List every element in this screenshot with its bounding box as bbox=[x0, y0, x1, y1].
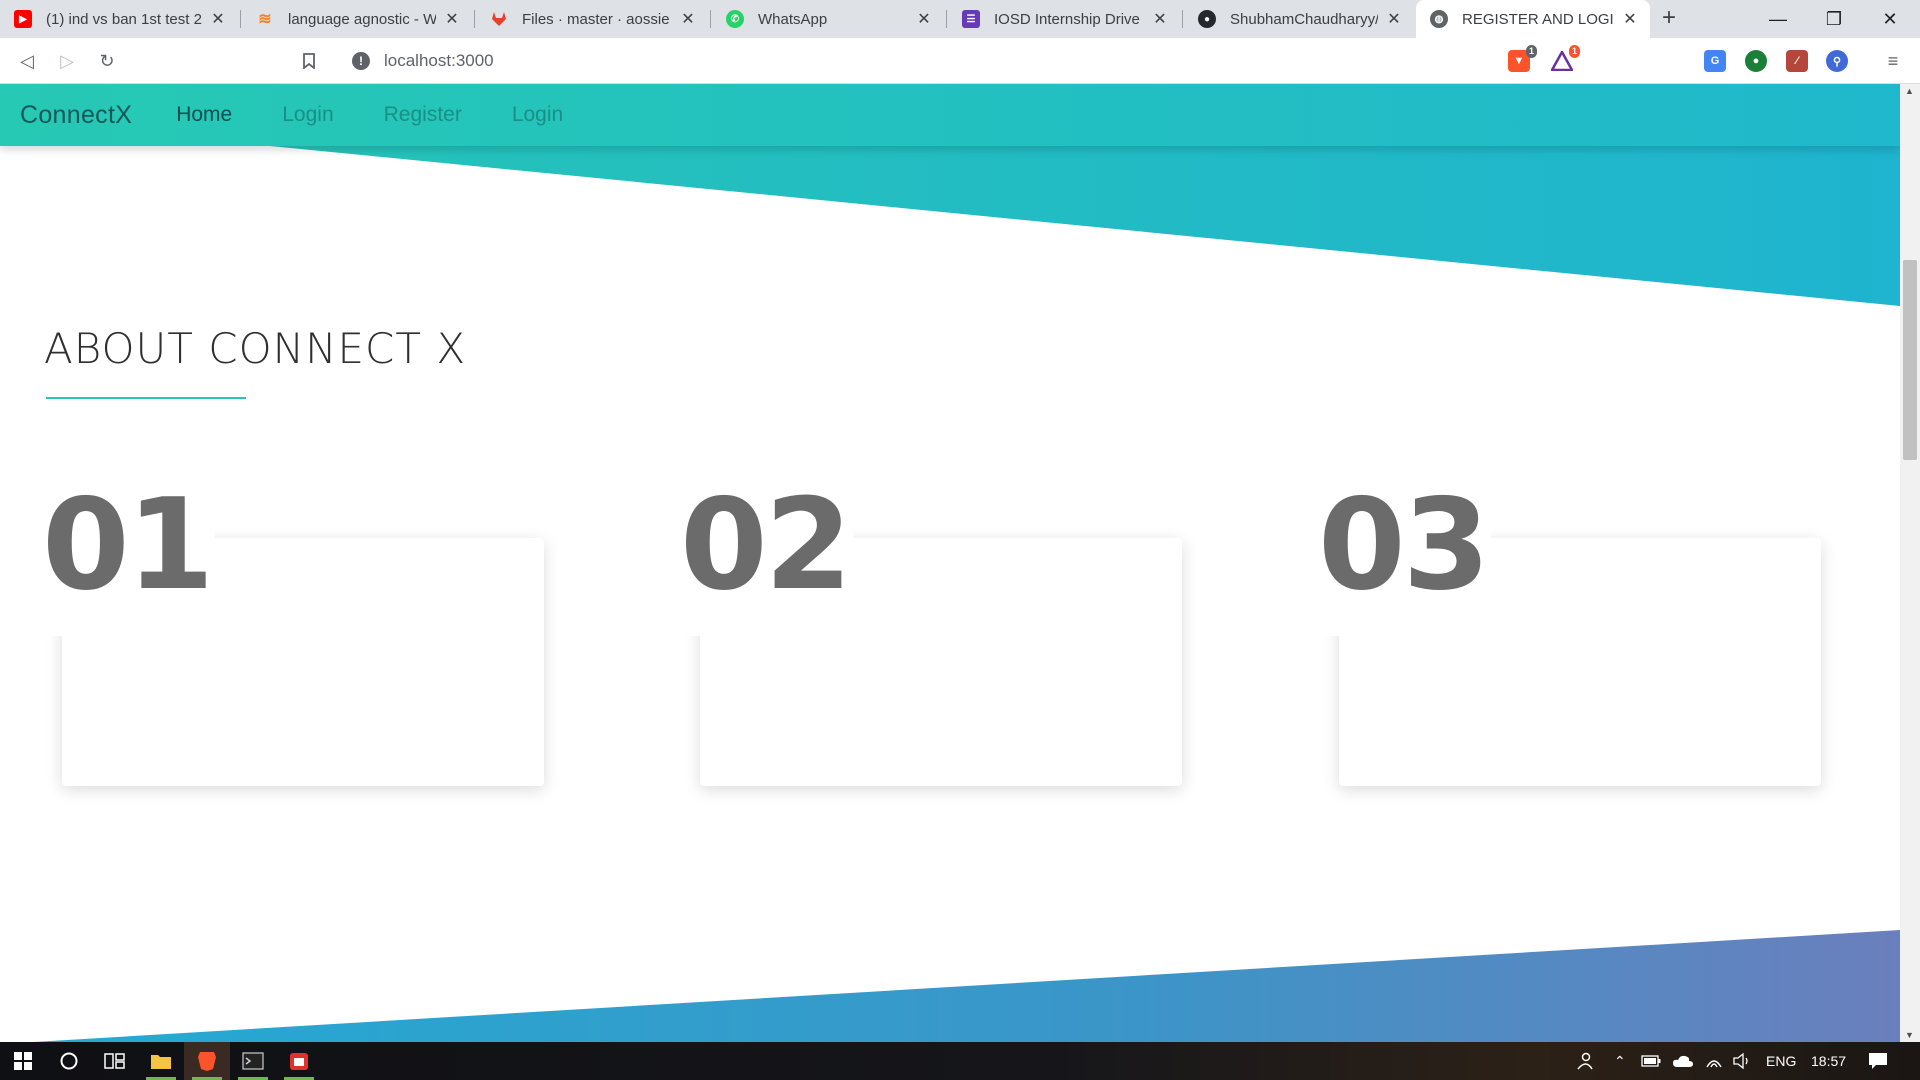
translate-icon[interactable]: G bbox=[1704, 50, 1726, 72]
tab-divider bbox=[240, 10, 241, 28]
tab-divider bbox=[710, 10, 711, 28]
browser-tab[interactable]: Files · master · aossie / C ✕ bbox=[476, 0, 708, 38]
minimize-button[interactable]: — bbox=[1750, 0, 1806, 38]
close-icon[interactable]: ✕ bbox=[210, 9, 226, 29]
people-icon[interactable] bbox=[1574, 1042, 1594, 1080]
tab-title: language agnostic - Wha bbox=[288, 10, 436, 28]
window-close-button[interactable]: ✕ bbox=[1862, 0, 1918, 38]
tray-chevron-up-icon[interactable]: ⌃ bbox=[1614, 1042, 1626, 1080]
brave-rewards-icon[interactable]: 1 bbox=[1551, 45, 1580, 72]
back-button[interactable]: ◁ bbox=[12, 46, 42, 76]
card-number: 01 bbox=[42, 482, 216, 636]
action-center-icon[interactable] bbox=[1868, 1042, 1888, 1080]
tab-title: (1) ind vs ban 1st test 20 bbox=[46, 10, 202, 28]
bookmark-icon[interactable] bbox=[294, 46, 324, 76]
page-viewport: ConnectX Home Login Register Login ABOUT… bbox=[0, 84, 1900, 1042]
github-icon: ● bbox=[1198, 10, 1216, 28]
scrollbar-thumb[interactable] bbox=[1903, 260, 1917, 460]
page-scrollbar[interactable]: ▲ ▼ bbox=[1900, 84, 1920, 1042]
close-icon[interactable]: ✕ bbox=[444, 9, 460, 29]
tab-title: Files · master · aossie / C bbox=[522, 10, 672, 28]
tab-divider bbox=[1182, 10, 1183, 28]
close-icon[interactable]: ✕ bbox=[1152, 9, 1168, 29]
windows-taskbar: ⌃ ENG 18:57 bbox=[0, 1042, 1920, 1080]
clock[interactable]: 18:57 bbox=[1811, 1042, 1846, 1080]
address-bar[interactable]: ! localhost:3000 bbox=[338, 45, 1588, 77]
tab-strip: ▶ (1) ind vs ban 1st test 20 ✕ ≋ languag… bbox=[0, 0, 1920, 38]
scroll-up-arrow-icon[interactable]: ▲ bbox=[1905, 86, 1914, 96]
stackoverflow-icon: ≋ bbox=[258, 11, 272, 28]
badge: 1 bbox=[1568, 45, 1580, 58]
tab-title: ShubhamChaudharyy/Co bbox=[1230, 10, 1378, 28]
pdf-icon[interactable]: ⁄ bbox=[1786, 50, 1808, 72]
scroll-down-arrow-icon[interactable]: ▼ bbox=[1905, 1030, 1914, 1040]
browser-tab[interactable]: ● ShubhamChaudharyy/Co ✕ bbox=[1184, 0, 1414, 38]
site-navbar: ConnectX Home Login Register Login bbox=[0, 84, 1900, 146]
wifi-icon[interactable] bbox=[1705, 1042, 1723, 1080]
brave-shield-icon[interactable]: ▼ 1 bbox=[1508, 45, 1537, 72]
nav-login-link-2[interactable]: Login bbox=[512, 103, 563, 127]
card-number: 03 bbox=[1318, 482, 1492, 636]
calendar-app-icon[interactable] bbox=[276, 1042, 322, 1080]
tab-title: REGISTER AND LOGIN bbox=[1462, 10, 1614, 28]
about-heading: ABOUT CONNECT X bbox=[44, 324, 467, 373]
browser-tab[interactable]: ▶ (1) ind vs ban 1st test 20 ✕ bbox=[0, 0, 238, 38]
gitlab-icon bbox=[490, 10, 508, 28]
cortana-search-icon[interactable] bbox=[46, 1042, 92, 1080]
brave-browser-icon[interactable] bbox=[184, 1042, 230, 1080]
tab-title: WhatsApp bbox=[758, 10, 828, 28]
restore-button[interactable]: ❐ bbox=[1806, 0, 1862, 38]
info-icon[interactable]: ! bbox=[352, 52, 370, 70]
task-view-icon[interactable] bbox=[92, 1042, 138, 1080]
forward-button[interactable]: ▷ bbox=[52, 46, 82, 76]
close-icon[interactable]: ✕ bbox=[680, 9, 696, 29]
volume-icon[interactable] bbox=[1733, 1042, 1751, 1080]
brand-logo[interactable]: ConnectX bbox=[20, 101, 132, 130]
nav-register-link[interactable]: Register bbox=[384, 103, 462, 127]
tab-divider bbox=[946, 10, 947, 28]
whatsapp-icon: ✆ bbox=[726, 10, 744, 28]
tab-title: IOSD Internship Drive W bbox=[994, 10, 1144, 28]
heading-underline bbox=[46, 397, 246, 399]
browser-tab-active[interactable]: ◍ REGISTER AND LOGIN ✕ bbox=[1416, 0, 1650, 38]
url-text: localhost:3000 bbox=[384, 51, 494, 70]
card-number: 02 bbox=[680, 482, 854, 636]
browser-tab[interactable]: ≋ language agnostic - Wha ✕ bbox=[242, 0, 472, 38]
windows-start-icon[interactable] bbox=[0, 1042, 46, 1080]
battery-icon[interactable] bbox=[1641, 1042, 1661, 1080]
terminal-icon[interactable] bbox=[230, 1042, 276, 1080]
youtube-icon: ▶ bbox=[14, 10, 32, 28]
file-explorer-icon[interactable] bbox=[138, 1042, 184, 1080]
extension-globe-icon[interactable]: ● bbox=[1745, 50, 1767, 72]
browser-tab[interactable]: ✆ WhatsApp ✕ bbox=[712, 0, 944, 38]
globe-icon: ◍ bbox=[1430, 10, 1448, 28]
top-decorative-band bbox=[270, 146, 1900, 306]
nav-login-link[interactable]: Login bbox=[282, 103, 333, 127]
close-icon[interactable]: ✕ bbox=[916, 9, 932, 29]
badge: 1 bbox=[1525, 45, 1537, 58]
language-indicator[interactable]: ENG bbox=[1766, 1042, 1796, 1080]
new-tab-button[interactable]: + bbox=[1662, 4, 1676, 32]
browser-toolbar: ◁ ▷ ↻ ! localhost:3000 ▼ 1 1 G ● ⁄ ⚲ ≡ bbox=[0, 38, 1920, 84]
close-icon[interactable]: ✕ bbox=[1622, 9, 1638, 29]
browser-tab[interactable]: ☰ IOSD Internship Drive W ✕ bbox=[948, 0, 1180, 38]
bottom-decorative-band bbox=[33, 930, 1900, 1042]
close-icon[interactable]: ✕ bbox=[1386, 9, 1402, 29]
onedrive-cloud-icon[interactable] bbox=[1672, 1042, 1694, 1080]
extension-shield-icon[interactable]: ⚲ bbox=[1826, 50, 1848, 72]
menu-icon[interactable]: ≡ bbox=[1878, 46, 1908, 76]
reload-button[interactable]: ↻ bbox=[92, 46, 122, 76]
forms-icon: ☰ bbox=[962, 10, 980, 28]
tab-divider bbox=[474, 10, 475, 28]
nav-home-link[interactable]: Home bbox=[176, 103, 232, 127]
